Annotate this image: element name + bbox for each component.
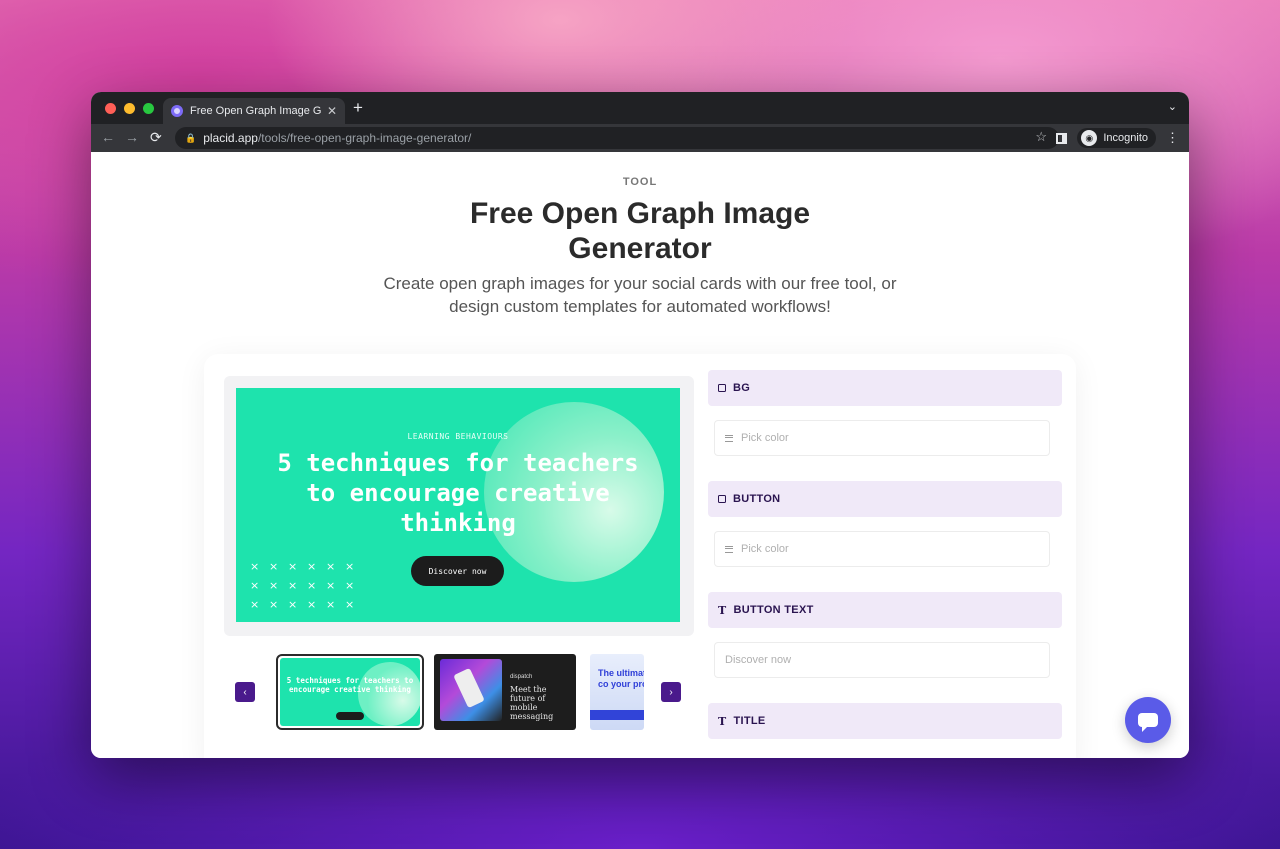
property-button-text: T BUTTON TEXT Discover now	[708, 592, 1062, 703]
carousel-prev-button[interactable]: ‹	[235, 682, 255, 702]
forward-button[interactable]: →	[125, 129, 139, 145]
tab-search-chevron-icon[interactable]: ⌄	[1168, 100, 1177, 113]
maximize-window-button[interactable]	[143, 103, 154, 114]
carousel-next-button[interactable]: ›	[661, 682, 681, 702]
property-title: T TITLE	[708, 703, 1062, 739]
preview-cross-pattern: × × × × × × × × × × × × × × × × × ×	[250, 560, 355, 611]
side-panel-icon[interactable]	[1056, 132, 1068, 144]
reload-button[interactable]: ⟳	[150, 129, 162, 146]
template-carousel: ‹ 5 techniques for teachers to encourage…	[234, 652, 684, 734]
property-button: BUTTON Pick color	[708, 481, 1062, 592]
thumbnail-2-text: Meet the future of mobile messaging	[510, 685, 554, 721]
preview-cta-button: Discover now	[411, 556, 504, 586]
url-host: placid.app	[203, 131, 258, 145]
template-thumbnail-selected[interactable]: 5 techniques for teachers to encourage c…	[276, 654, 424, 730]
page-title: Free Open Graph Image Generator	[469, 197, 811, 265]
new-tab-button[interactable]: +	[353, 98, 363, 118]
bookmark-star-icon[interactable]: ☆	[1035, 129, 1047, 145]
bg-color-picker[interactable]: Pick color	[714, 420, 1050, 456]
incognito-label: Incognito	[1103, 132, 1148, 144]
property-header-bg[interactable]: BG	[708, 370, 1062, 406]
square-icon	[718, 495, 726, 503]
chat-icon	[1138, 713, 1158, 732]
color-placeholder: Pick color	[741, 432, 789, 444]
lines-icon	[725, 434, 733, 442]
lines-icon	[725, 545, 733, 553]
property-bg: BG Pick color	[708, 370, 1062, 481]
square-icon	[718, 384, 726, 392]
incognito-profile-button[interactable]: ◉ Incognito	[1077, 128, 1156, 148]
button-color-picker[interactable]: Pick color	[714, 531, 1050, 567]
property-label: TITLE	[733, 715, 766, 727]
thumbnail-2-logo: dispatch	[510, 674, 533, 680]
property-label: BG	[733, 382, 751, 394]
text-icon: T	[718, 603, 727, 617]
toolbar-right: ◉ Incognito ⋮	[1056, 128, 1179, 148]
chat-widget-button[interactable]	[1125, 697, 1171, 743]
properties-panel: BG Pick color BUTTON Pick color T BUTTON…	[708, 370, 1062, 739]
og-image-preview: LEARNING BEHAVIOURS 5 techniques for tea…	[236, 388, 680, 622]
tab-title: Free Open Graph Image Generat	[190, 105, 321, 117]
property-header-button[interactable]: BUTTON	[708, 481, 1062, 517]
input-placeholder: Discover now	[725, 654, 792, 666]
property-header-button-text[interactable]: T BUTTON TEXT	[708, 592, 1062, 628]
thumbnail-1-text: 5 techniques for teachers to encourage c…	[286, 676, 414, 694]
page-subtitle: Create open graph images for your social…	[383, 274, 897, 316]
preview-headline: 5 techniques for teachers to encourage c…	[277, 449, 639, 537]
color-placeholder: Pick color	[741, 543, 789, 555]
property-label: BUTTON	[733, 493, 781, 505]
back-button[interactable]: ←	[101, 129, 115, 145]
url-path: /tools/free-open-graph-image-generator/	[257, 131, 472, 145]
tab-close-icon[interactable]: ✕	[327, 104, 337, 118]
preview-frame: LEARNING BEHAVIOURS 5 techniques for tea…	[224, 376, 694, 636]
property-label: BUTTON TEXT	[733, 604, 814, 616]
browser-window: Free Open Graph Image Generat ✕ + ⌄ ← → …	[91, 92, 1189, 758]
button-text-input[interactable]: Discover now	[714, 642, 1050, 678]
tab-bar: Free Open Graph Image Generat ✕ + ⌄	[91, 92, 1189, 124]
property-header-title[interactable]: T TITLE	[708, 703, 1062, 739]
browser-toolbar: ← → ⟳ 🔒 placid.app /tools/free-open-grap…	[91, 124, 1189, 152]
minimize-window-button[interactable]	[124, 103, 135, 114]
preview-eyebrow: LEARNING BEHAVIOURS	[407, 432, 509, 441]
page-content: TOOL Free Open Graph Image Generator Cre…	[91, 152, 1189, 758]
text-icon: T	[718, 714, 727, 728]
browser-menu-icon[interactable]: ⋮	[1166, 130, 1179, 146]
page-eyebrow: TOOL	[622, 176, 658, 188]
close-window-button[interactable]	[105, 103, 116, 114]
placid-favicon-icon	[171, 105, 183, 117]
generator-card: LEARNING BEHAVIOURS 5 techniques for tea…	[204, 354, 1076, 758]
browser-tab[interactable]: Free Open Graph Image Generat ✕	[163, 98, 345, 124]
window-controls	[105, 103, 154, 114]
incognito-icon: ◉	[1081, 130, 1098, 146]
thumbnail-3-text: The ultimate create co your proc	[598, 668, 644, 689]
template-thumbnail-dispatch[interactable]: dispatch Meet the future of mobile messa…	[434, 654, 576, 730]
template-thumbnail-3[interactable]: The ultimate create co your proc	[590, 654, 644, 730]
address-bar[interactable]: 🔒 placid.app /tools/free-open-graph-imag…	[175, 127, 1059, 149]
lock-icon: 🔒	[185, 132, 197, 143]
